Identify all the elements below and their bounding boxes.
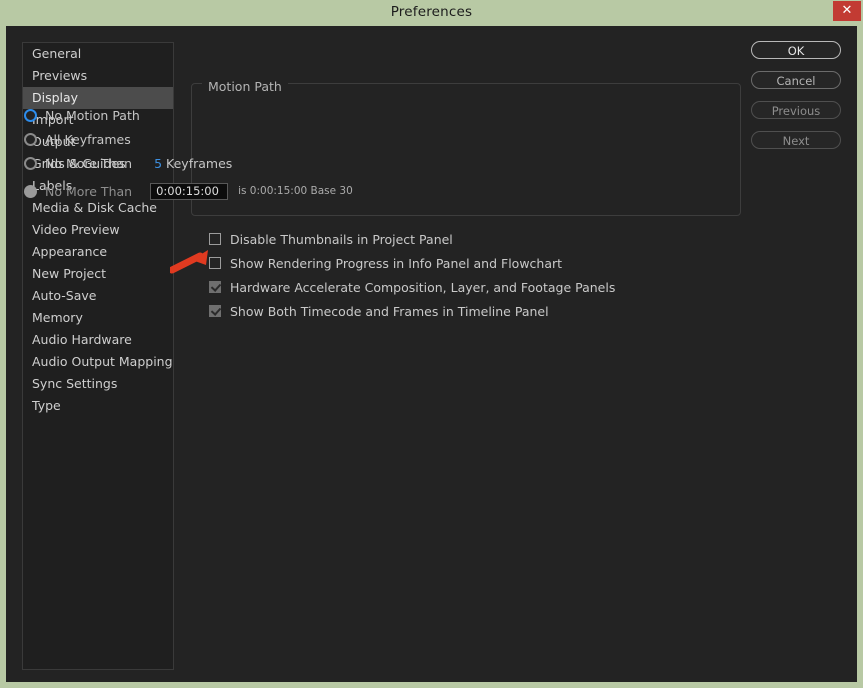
radio-button-icon[interactable] bbox=[24, 156, 37, 170]
motion-path-group-label: Motion Path bbox=[202, 79, 288, 94]
sidebar-item-video-preview[interactable]: Video Preview bbox=[23, 219, 173, 241]
sidebar-item-auto-save[interactable]: Auto-Save bbox=[23, 285, 173, 307]
checkbox-label: Show Both Timecode and Frames in Timelin… bbox=[230, 303, 549, 319]
radio-no-motion-path[interactable]: No Motion Path bbox=[24, 105, 140, 125]
keyframe-count-value[interactable]: 5 bbox=[154, 156, 162, 171]
window-titlebar: Preferences ✕ bbox=[0, 0, 863, 24]
keyframe-count-unit: Keyframes bbox=[166, 155, 233, 171]
radio-button-icon[interactable] bbox=[24, 132, 37, 146]
checkbox-row-show-rendering-progress[interactable]: Show Rendering Progress in Info Panel an… bbox=[209, 251, 615, 275]
sidebar-item-memory[interactable]: Memory bbox=[23, 307, 173, 329]
radio-button-icon[interactable] bbox=[24, 108, 37, 122]
checkbox-row-hardware-accelerate[interactable]: Hardware Accelerate Composition, Layer, … bbox=[209, 275, 615, 299]
checkbox-row-show-timecode-and-frames[interactable]: Show Both Timecode and Frames in Timelin… bbox=[209, 299, 615, 323]
duration-timecode-note: is 0:00:15:00 Base 30 bbox=[238, 185, 353, 197]
sidebar-item-type[interactable]: Type bbox=[23, 395, 173, 417]
cancel-button[interactable]: Cancel bbox=[751, 71, 841, 89]
dialog-action-buttons: OK Cancel Previous Next bbox=[751, 41, 843, 161]
radio-label: No More Than bbox=[45, 183, 133, 199]
sidebar-item-general[interactable]: General bbox=[23, 43, 173, 65]
sidebar-item-sync-settings[interactable]: Sync Settings bbox=[23, 373, 173, 395]
previous-button[interactable]: Previous bbox=[751, 101, 841, 119]
checkbox-row-disable-thumbnails[interactable]: Disable Thumbnails in Project Panel bbox=[209, 227, 615, 251]
radio-no-more-than-keyframes[interactable]: No More Than 5 Keyframes bbox=[24, 153, 232, 173]
sidebar-item-appearance[interactable]: Appearance bbox=[23, 241, 173, 263]
radio-all-keyframes[interactable]: All Keyframes bbox=[24, 129, 131, 149]
duration-timecode-input[interactable] bbox=[150, 182, 229, 200]
radio-label: All Keyframes bbox=[45, 131, 131, 147]
checkbox-label: Disable Thumbnails in Project Panel bbox=[230, 231, 453, 247]
sidebar-item-new-project[interactable]: New Project bbox=[23, 263, 173, 285]
checkbox-label: Hardware Accelerate Composition, Layer, … bbox=[230, 279, 616, 295]
checkbox-label: Show Rendering Progress in Info Panel an… bbox=[230, 255, 563, 271]
window-title: Preferences bbox=[390, 4, 473, 20]
radio-no-more-than-duration[interactable]: No More Than is 0:00:15:00 Base 30 bbox=[24, 181, 353, 201]
checkbox-icon[interactable] bbox=[209, 281, 221, 293]
radio-label: No More Than bbox=[45, 155, 133, 171]
ok-button[interactable]: OK bbox=[751, 41, 841, 59]
sidebar-item-previews[interactable]: Previews bbox=[23, 65, 173, 87]
radio-label: No Motion Path bbox=[45, 107, 140, 123]
display-options-checkbox-list: Disable Thumbnails in Project Panel Show… bbox=[209, 227, 615, 323]
checkbox-icon[interactable] bbox=[209, 233, 221, 245]
close-icon[interactable]: ✕ bbox=[833, 1, 861, 21]
sidebar-item-audio-hardware[interactable]: Audio Hardware bbox=[23, 329, 173, 351]
checkbox-icon[interactable] bbox=[209, 305, 221, 317]
radio-button-icon[interactable] bbox=[24, 184, 37, 198]
preferences-dialog: General Previews Display Import Output G… bbox=[6, 26, 857, 682]
sidebar-item-audio-output-mapping[interactable]: Audio Output Mapping bbox=[23, 351, 173, 373]
checkbox-icon[interactable] bbox=[209, 257, 221, 269]
next-button[interactable]: Next bbox=[751, 131, 841, 149]
